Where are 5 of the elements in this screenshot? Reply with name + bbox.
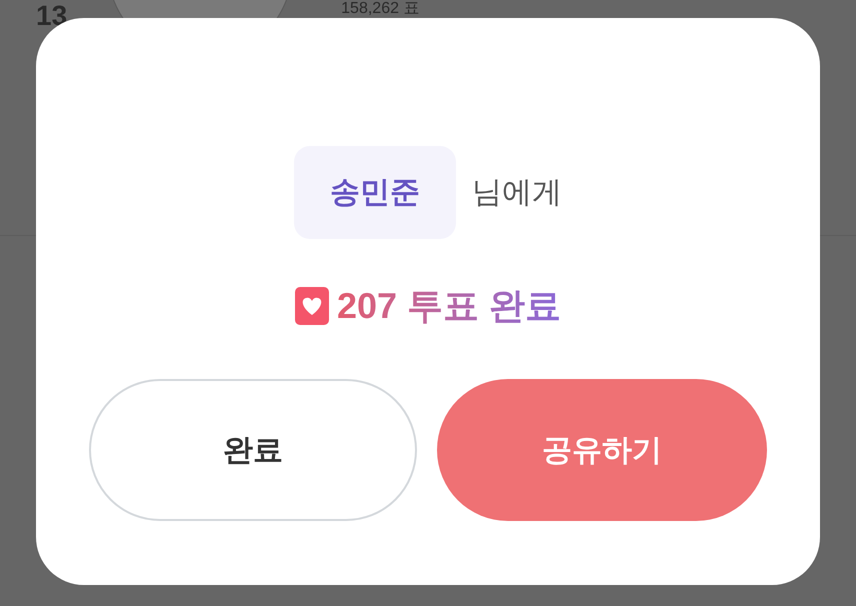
vote-count: 158,262 표 [341,1,420,17]
recipient-suffix: 님에게 [472,175,562,211]
rank-number: 13 [36,2,68,30]
done-button[interactable]: 완료 [89,379,417,521]
recipient-name: 송민준 [294,146,456,239]
